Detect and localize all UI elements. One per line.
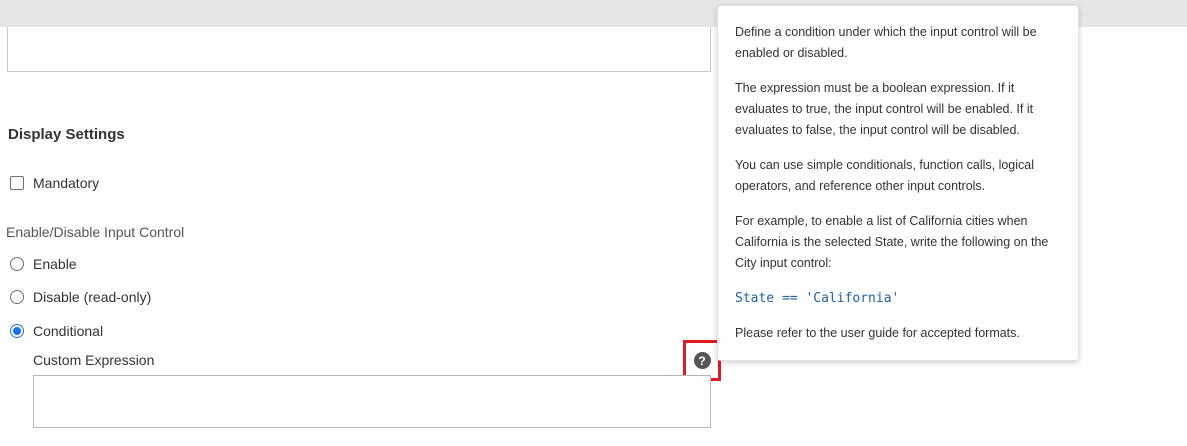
tooltip-paragraph-1: Define a condition under which the input… — [735, 25, 1037, 60]
radio-enable[interactable]: Enable — [10, 256, 77, 272]
radio-conditional-label: Conditional — [33, 323, 104, 339]
page: Display Settings Mandatory Enable/Disabl… — [0, 0, 1187, 446]
previous-text-field[interactable] — [7, 27, 711, 72]
radio-enable-label: Enable — [33, 256, 77, 272]
help-tooltip: Define a condition under which the input… — [717, 5, 1079, 361]
radio-disable-circle[interactable] — [10, 290, 24, 304]
tooltip-paragraph-5: Please refer to the user guide for accep… — [735, 326, 1020, 340]
radio-conditional-circle[interactable] — [10, 324, 24, 338]
radio-disable-label: Disable (read-only) — [33, 289, 152, 305]
question-mark-icon[interactable]: ? — [693, 352, 711, 369]
mandatory-label: Mandatory — [33, 175, 100, 191]
tooltip-paragraph-4: For example, to enable a list of Califor… — [735, 214, 1049, 270]
radio-conditional[interactable]: Conditional — [10, 323, 103, 339]
mandatory-checkbox-row[interactable]: Mandatory — [10, 175, 99, 191]
radio-enable-circle[interactable] — [10, 257, 24, 271]
tooltip-paragraph-2: The expression must be a boolean express… — [735, 81, 1034, 137]
mandatory-checkbox[interactable] — [10, 176, 24, 190]
enable-disable-label: Enable/Disable Input Control — [6, 224, 185, 240]
tooltip-code-example: State == 'California' — [735, 291, 900, 306]
tooltip-paragraph-3: You can use simple conditionals, functio… — [735, 158, 1035, 193]
custom-expression-label: Custom Expression — [33, 352, 155, 368]
radio-disable[interactable]: Disable (read-only) — [10, 289, 151, 305]
custom-expression-input[interactable] — [33, 375, 711, 428]
display-settings-title: Display Settings — [8, 126, 125, 143]
